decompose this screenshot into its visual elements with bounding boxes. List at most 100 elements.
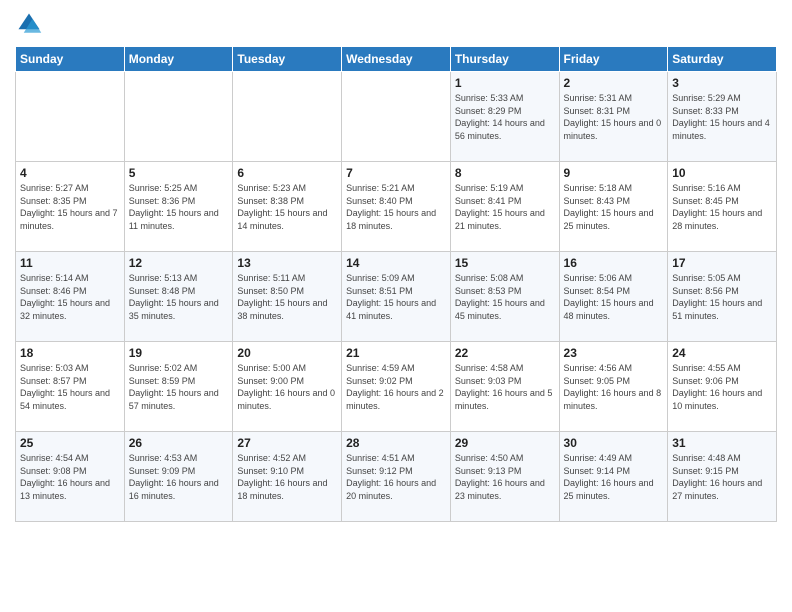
calendar-cell: 17Sunrise: 5:05 AMSunset: 8:56 PMDayligh… [668,252,777,342]
weekday-header-wednesday: Wednesday [342,47,451,72]
calendar-cell [16,72,125,162]
calendar-body: 1Sunrise: 5:33 AMSunset: 8:29 PMDaylight… [16,72,777,522]
weekday-header-thursday: Thursday [450,47,559,72]
day-info: Sunrise: 4:48 AMSunset: 9:15 PMDaylight:… [672,452,772,502]
calendar-cell: 25 Sunrise: 4:54 AMSunset: 9:08 PMDayligh… [16,432,125,522]
calendar-cell: 6 Sunrise: 5:23 AMSunset: 8:38 PMDaylight… [233,162,342,252]
day-info: Sunrise: 4:52 AMSunset: 9:10 PMDaylight:… [237,452,337,502]
calendar-cell: 28 Sunrise: 4:51 AMSunset: 9:12 PMDayligh… [342,432,451,522]
calendar-cell: 27 Sunrise: 4:52 AMSunset: 9:10 PMDayligh… [233,432,342,522]
day-info: Sunrise: 4:53 AMSunset: 9:09 PMDaylight:… [129,452,229,502]
calendar-week-1: 1Sunrise: 5:33 AMSunset: 8:29 PMDaylight… [16,72,777,162]
day-info: Sunrise: 4:51 AMSunset: 9:12 PMDaylight:… [346,452,446,502]
weekday-header-sunday: Sunday [16,47,125,72]
calendar-header: SundayMondayTuesdayWednesdayThursdayFrid… [16,47,777,72]
calendar-cell: 1Sunrise: 5:33 AMSunset: 8:29 PMDaylight… [450,72,559,162]
day-number: 11 [20,256,120,270]
calendar-cell: 12Sunrise: 5:13 AMSunset: 8:48 PMDayligh… [124,252,233,342]
day-number: 3 [672,76,772,90]
day-number: 24 [672,346,772,360]
day-number: 14 [346,256,446,270]
day-info: Sunrise: 5:21 AMSunset: 8:40 PMDaylight:… [346,182,446,232]
calendar-cell: 2 Sunrise: 5:31 AMSunset: 8:31 PMDaylight… [559,72,668,162]
day-info: Sunrise: 5:16 AMSunset: 8:45 PMDaylight:… [672,182,772,232]
day-info: Sunrise: 5:18 AMSunset: 8:43 PMDaylight:… [564,182,664,232]
day-info: Sunrise: 4:50 AMSunset: 9:13 PMDaylight:… [455,452,555,502]
calendar-cell: 5 Sunrise: 5:25 AMSunset: 8:36 PMDaylight… [124,162,233,252]
calendar-cell: 23Sunrise: 4:56 AMSunset: 9:05 PMDayligh… [559,342,668,432]
day-info: Sunrise: 5:03 AMSunset: 8:57 PMDaylight:… [20,362,120,412]
weekday-header-friday: Friday [559,47,668,72]
calendar-cell: 24 Sunrise: 4:55 AMSunset: 9:06 PMDayligh… [668,342,777,432]
day-number: 21 [346,346,446,360]
day-number: 4 [20,166,120,180]
day-info: Sunrise: 5:31 AMSunset: 8:31 PMDaylight:… [564,92,664,142]
calendar-cell: 18 Sunrise: 5:03 AMSunset: 8:57 PMDayligh… [16,342,125,432]
day-info: Sunrise: 4:55 AMSunset: 9:06 PMDaylight:… [672,362,772,412]
day-info: Sunrise: 5:14 AMSunset: 8:46 PMDaylight:… [20,272,120,322]
calendar-cell [233,72,342,162]
calendar-cell: 21 Sunrise: 4:59 AMSunset: 9:02 PMDayligh… [342,342,451,432]
calendar-cell: 3 Sunrise: 5:29 AMSunset: 8:33 PMDaylight… [668,72,777,162]
day-info: Sunrise: 4:59 AMSunset: 9:02 PMDaylight:… [346,362,446,412]
day-number: 2 [564,76,664,90]
day-number: 10 [672,166,772,180]
day-info: Sunrise: 5:02 AMSunset: 8:59 PMDaylight:… [129,362,229,412]
day-number: 25 [20,436,120,450]
calendar-cell: 14 Sunrise: 5:09 AMSunset: 8:51 PMDayligh… [342,252,451,342]
logo-icon [15,10,43,38]
calendar-cell: 16 Sunrise: 5:06 AMSunset: 8:54 PMDayligh… [559,252,668,342]
day-info: Sunrise: 5:33 AMSunset: 8:29 PMDaylight:… [455,92,555,142]
calendar-cell: 26Sunrise: 4:53 AMSunset: 9:09 PMDayligh… [124,432,233,522]
calendar-week-5: 25 Sunrise: 4:54 AMSunset: 9:08 PMDayligh… [16,432,777,522]
day-number: 5 [129,166,229,180]
day-info: Sunrise: 5:09 AMSunset: 8:51 PMDaylight:… [346,272,446,322]
calendar-cell: 9Sunrise: 5:18 AMSunset: 8:43 PMDaylight… [559,162,668,252]
day-info: Sunrise: 4:56 AMSunset: 9:05 PMDaylight:… [564,362,664,412]
day-info: Sunrise: 5:06 AMSunset: 8:54 PMDaylight:… [564,272,664,322]
weekday-header-monday: Monday [124,47,233,72]
page-header [15,10,777,38]
day-number: 12 [129,256,229,270]
day-number: 29 [455,436,555,450]
weekday-header-saturday: Saturday [668,47,777,72]
calendar-cell: 31 Sunrise: 4:48 AMSunset: 9:15 PMDayligh… [668,432,777,522]
day-info: Sunrise: 5:23 AMSunset: 8:38 PMDaylight:… [237,182,337,232]
calendar-cell: 11 Sunrise: 5:14 AMSunset: 8:46 PMDayligh… [16,252,125,342]
logo [15,10,47,38]
day-info: Sunrise: 5:19 AMSunset: 8:41 PMDaylight:… [455,182,555,232]
calendar-cell: 19 Sunrise: 5:02 AMSunset: 8:59 PMDayligh… [124,342,233,432]
day-number: 20 [237,346,337,360]
day-number: 7 [346,166,446,180]
day-number: 28 [346,436,446,450]
day-info: Sunrise: 5:27 AMSunset: 8:35 PMDaylight:… [20,182,120,232]
calendar-cell: 30 Sunrise: 4:49 AMSunset: 9:14 PMDayligh… [559,432,668,522]
day-info: Sunrise: 4:49 AMSunset: 9:14 PMDaylight:… [564,452,664,502]
day-number: 27 [237,436,337,450]
day-info: Sunrise: 5:00 AMSunset: 9:00 PMDaylight:… [237,362,337,412]
day-number: 15 [455,256,555,270]
calendar-week-3: 11 Sunrise: 5:14 AMSunset: 8:46 PMDayligh… [16,252,777,342]
calendar-cell: 22Sunrise: 4:58 AMSunset: 9:03 PMDayligh… [450,342,559,432]
day-number: 22 [455,346,555,360]
calendar-cell: 13Sunrise: 5:11 AMSunset: 8:50 PMDayligh… [233,252,342,342]
calendar-cell: 29 Sunrise: 4:50 AMSunset: 9:13 PMDayligh… [450,432,559,522]
calendar-cell: 4 Sunrise: 5:27 AMSunset: 8:35 PMDaylight… [16,162,125,252]
day-info: Sunrise: 4:54 AMSunset: 9:08 PMDaylight:… [20,452,120,502]
day-number: 31 [672,436,772,450]
weekday-row: SundayMondayTuesdayWednesdayThursdayFrid… [16,47,777,72]
day-info: Sunrise: 5:29 AMSunset: 8:33 PMDaylight:… [672,92,772,142]
day-info: Sunrise: 5:05 AMSunset: 8:56 PMDaylight:… [672,272,772,322]
day-number: 19 [129,346,229,360]
day-number: 18 [20,346,120,360]
day-info: Sunrise: 5:25 AMSunset: 8:36 PMDaylight:… [129,182,229,232]
calendar-week-4: 18 Sunrise: 5:03 AMSunset: 8:57 PMDayligh… [16,342,777,432]
calendar-cell [342,72,451,162]
calendar-cell: 7 Sunrise: 5:21 AMSunset: 8:40 PMDaylight… [342,162,451,252]
day-info: Sunrise: 5:08 AMSunset: 8:53 PMDaylight:… [455,272,555,322]
calendar-cell: 15 Sunrise: 5:08 AMSunset: 8:53 PMDayligh… [450,252,559,342]
weekday-header-tuesday: Tuesday [233,47,342,72]
day-number: 30 [564,436,664,450]
day-number: 16 [564,256,664,270]
day-number: 6 [237,166,337,180]
